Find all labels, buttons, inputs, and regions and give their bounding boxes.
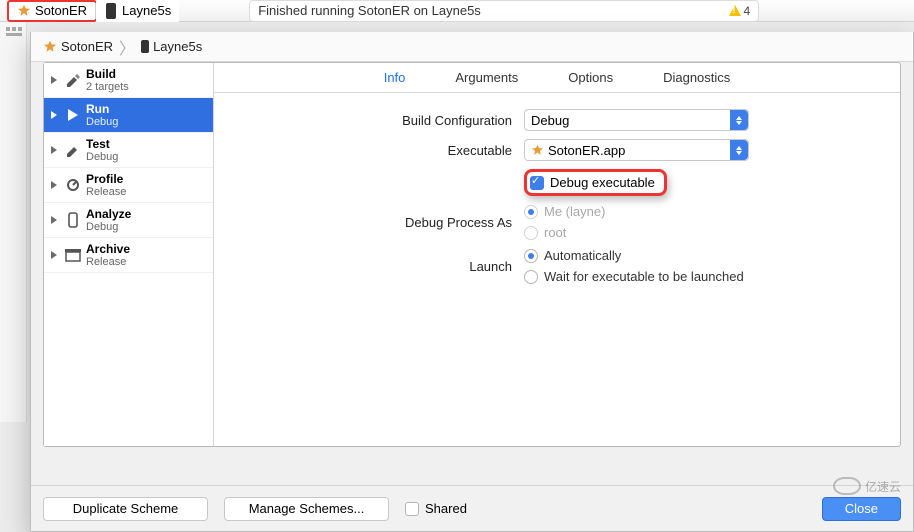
structure-icon[interactable] <box>0 22 27 46</box>
dropdown-icon <box>730 140 748 160</box>
debug-process-me: Me (layne) <box>524 204 605 219</box>
device-segment[interactable]: Layne5s <box>96 0 179 22</box>
breadcrumb-scheme[interactable]: SotonER <box>43 39 113 54</box>
executable-value: SotonER.app <box>548 143 625 158</box>
action-analyze[interactable]: AnalyzeDebug <box>44 203 213 238</box>
cloud-icon <box>833 477 861 495</box>
radio-icon <box>524 249 538 263</box>
app-icon <box>17 4 31 18</box>
shared-checkbox-wrap[interactable]: Shared <box>405 501 467 516</box>
action-title: Run <box>86 102 118 116</box>
action-title: Profile <box>86 172 126 186</box>
close-button[interactable]: Close <box>822 497 901 521</box>
bottom-bar: Duplicate Scheme Manage Schemes... Share… <box>31 485 913 531</box>
action-run[interactable]: RunDebug <box>44 98 213 133</box>
action-sub: Debug <box>86 116 118 128</box>
breadcrumb: SotonER 〉 Layne5s <box>31 32 913 62</box>
scheme-name: SotonER <box>35 3 87 18</box>
watermark: 亿速云 <box>833 477 901 495</box>
debug-process-root: root <box>524 225 566 240</box>
tab-options[interactable]: Options <box>568 70 613 85</box>
launch-label: Launch <box>234 259 524 274</box>
disclosure-icon[interactable] <box>51 146 57 154</box>
editor-sidebar <box>0 22 27 422</box>
action-sub: Debug <box>86 221 131 233</box>
main-panel: Build2 targets RunDebug TestDebug Profil… <box>43 62 901 447</box>
test-icon <box>64 141 82 159</box>
breadcrumb-scheme-label: SotonER <box>61 39 113 54</box>
device-name: Layne5s <box>122 3 171 18</box>
launch-wait[interactable]: Wait for executable to be launched <box>524 269 744 284</box>
debug-executable-highlight: Debug executable <box>524 169 667 196</box>
run-icon <box>64 106 82 124</box>
disclosure-icon[interactable] <box>51 251 57 259</box>
shared-checkbox[interactable] <box>405 502 419 516</box>
build-icon <box>64 71 82 89</box>
shared-label: Shared <box>425 501 467 516</box>
disclosure-icon[interactable] <box>51 111 57 119</box>
action-test[interactable]: TestDebug <box>44 133 213 168</box>
build-config-select[interactable]: Debug <box>524 109 749 131</box>
action-title: Analyze <box>86 207 131 221</box>
radio-icon <box>524 270 538 284</box>
breadcrumb-target-label: Layne5s <box>153 39 202 54</box>
action-title: Archive <box>86 242 130 256</box>
action-title: Test <box>86 137 118 151</box>
action-sub: Debug <box>86 151 118 163</box>
radio-icon <box>524 226 538 240</box>
debug-executable-label: Debug executable <box>550 175 655 190</box>
executable-label: Executable <box>234 143 524 158</box>
archive-icon <box>64 246 82 264</box>
executable-select[interactable]: SotonER.app <box>524 139 749 161</box>
action-title: Build <box>86 67 129 81</box>
action-sub: Release <box>86 256 130 268</box>
activity-status: Finished running SotonER on Layne5s 4 <box>249 0 759 22</box>
status-text: Finished running SotonER on Layne5s <box>258 3 728 18</box>
debug-executable-checkbox[interactable] <box>530 176 544 190</box>
dropdown-icon <box>730 110 748 130</box>
device-icon <box>104 4 118 18</box>
build-config-value: Debug <box>531 113 569 128</box>
scheme-segment[interactable]: SotonER <box>7 0 97 22</box>
build-config-label: Build Configuration <box>234 113 524 128</box>
radio-icon <box>524 205 538 219</box>
scheme-selector[interactable]: SotonER Layne5s <box>9 0 179 22</box>
info-form: Build Configuration Debug Executable Sot… <box>214 93 900 292</box>
app-icon <box>531 144 544 157</box>
action-sub: Release <box>86 186 126 198</box>
tab-bar: Info Arguments Options Diagnostics <box>214 63 900 93</box>
chevron-right-icon: 〉 <box>119 35 135 59</box>
duplicate-scheme-button[interactable]: Duplicate Scheme <box>43 497 208 521</box>
disclosure-icon[interactable] <box>51 216 57 224</box>
device-icon <box>141 40 149 53</box>
action-archive[interactable]: ArchiveRelease <box>44 238 213 273</box>
action-build[interactable]: Build2 targets <box>44 63 213 98</box>
analyze-icon <box>64 211 82 229</box>
warning-count: 4 <box>744 4 751 18</box>
tab-diagnostics[interactable]: Diagnostics <box>663 70 730 85</box>
tab-info[interactable]: Info <box>384 70 406 85</box>
scheme-editor-sheet: SotonER 〉 Layne5s Build2 targets RunDebu… <box>30 32 914 532</box>
disclosure-icon[interactable] <box>51 76 57 84</box>
launch-auto[interactable]: Automatically <box>524 248 621 263</box>
content-pane: Info Arguments Options Diagnostics Build… <box>214 63 900 446</box>
debug-process-label: Debug Process As <box>234 215 524 230</box>
app-icon <box>43 40 57 54</box>
action-list: Build2 targets RunDebug TestDebug Profil… <box>44 63 214 446</box>
manage-schemes-button[interactable]: Manage Schemes... <box>224 497 389 521</box>
tab-arguments[interactable]: Arguments <box>455 70 518 85</box>
disclosure-icon[interactable] <box>51 181 57 189</box>
profile-icon <box>64 176 82 194</box>
warning-icon <box>729 5 741 16</box>
warning-badge[interactable]: 4 <box>729 4 751 18</box>
breadcrumb-target[interactable]: Layne5s <box>141 39 202 54</box>
action-sub: 2 targets <box>86 81 129 93</box>
window-toolbar: SotonER Layne5s Finished running SotonER… <box>0 0 914 22</box>
action-profile[interactable]: ProfileRelease <box>44 168 213 203</box>
